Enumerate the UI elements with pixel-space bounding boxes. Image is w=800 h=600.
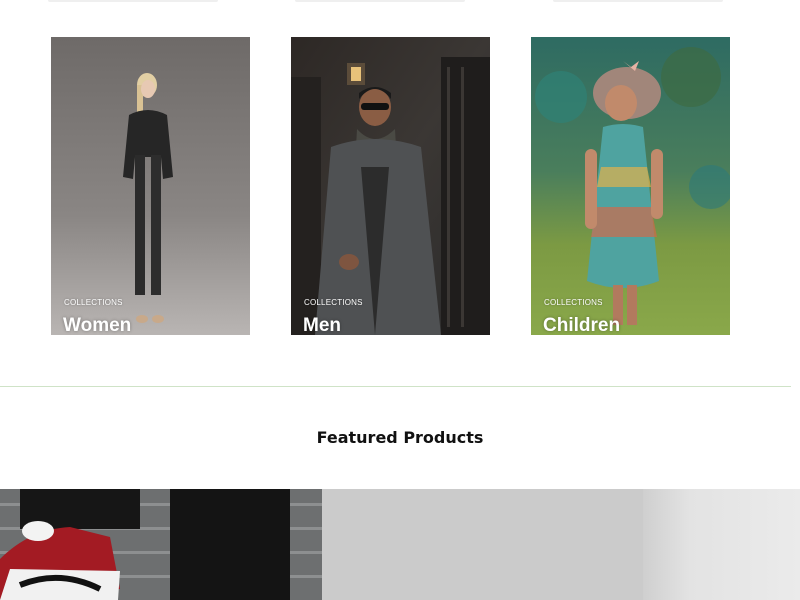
collections-grid: COLLECTIONS Women COLLECTIONS Men COLLEC… <box>51 37 730 335</box>
man-in-grey-coat-photo <box>291 37 490 335</box>
product-tile[interactable] <box>322 489 643 600</box>
collection-card-children[interactable]: COLLECTIONS Children <box>531 37 730 335</box>
red-white-sneaker-photo <box>0 489 322 600</box>
grey-product-placeholder <box>322 489 643 600</box>
collection-title[interactable]: Men <box>303 314 341 335</box>
featured-products-heading: Featured Products <box>316 428 484 447</box>
collection-eyebrow: COLLECTIONS <box>64 298 123 307</box>
light-grey-product-photo <box>643 489 800 600</box>
section-divider <box>0 386 791 387</box>
previous-card-edge <box>295 0 465 2</box>
featured-products-row <box>0 489 800 600</box>
collection-title[interactable]: Children <box>543 314 620 335</box>
collection-card-women[interactable]: COLLECTIONS Women <box>51 37 250 335</box>
collection-eyebrow: COLLECTIONS <box>304 298 363 307</box>
collection-card-men[interactable]: COLLECTIONS Men <box>291 37 490 335</box>
collection-title[interactable]: Women <box>63 314 131 335</box>
previous-card-edge <box>553 0 723 2</box>
previous-card-edge <box>48 0 218 2</box>
collection-eyebrow: COLLECTIONS <box>544 298 603 307</box>
product-tile[interactable] <box>643 489 800 600</box>
page: COLLECTIONS Women COLLECTIONS Men COLLEC… <box>0 0 800 600</box>
woman-in-black-suit-photo <box>51 37 250 335</box>
girl-in-floral-dress-photo <box>531 37 730 335</box>
product-tile[interactable] <box>0 489 322 600</box>
